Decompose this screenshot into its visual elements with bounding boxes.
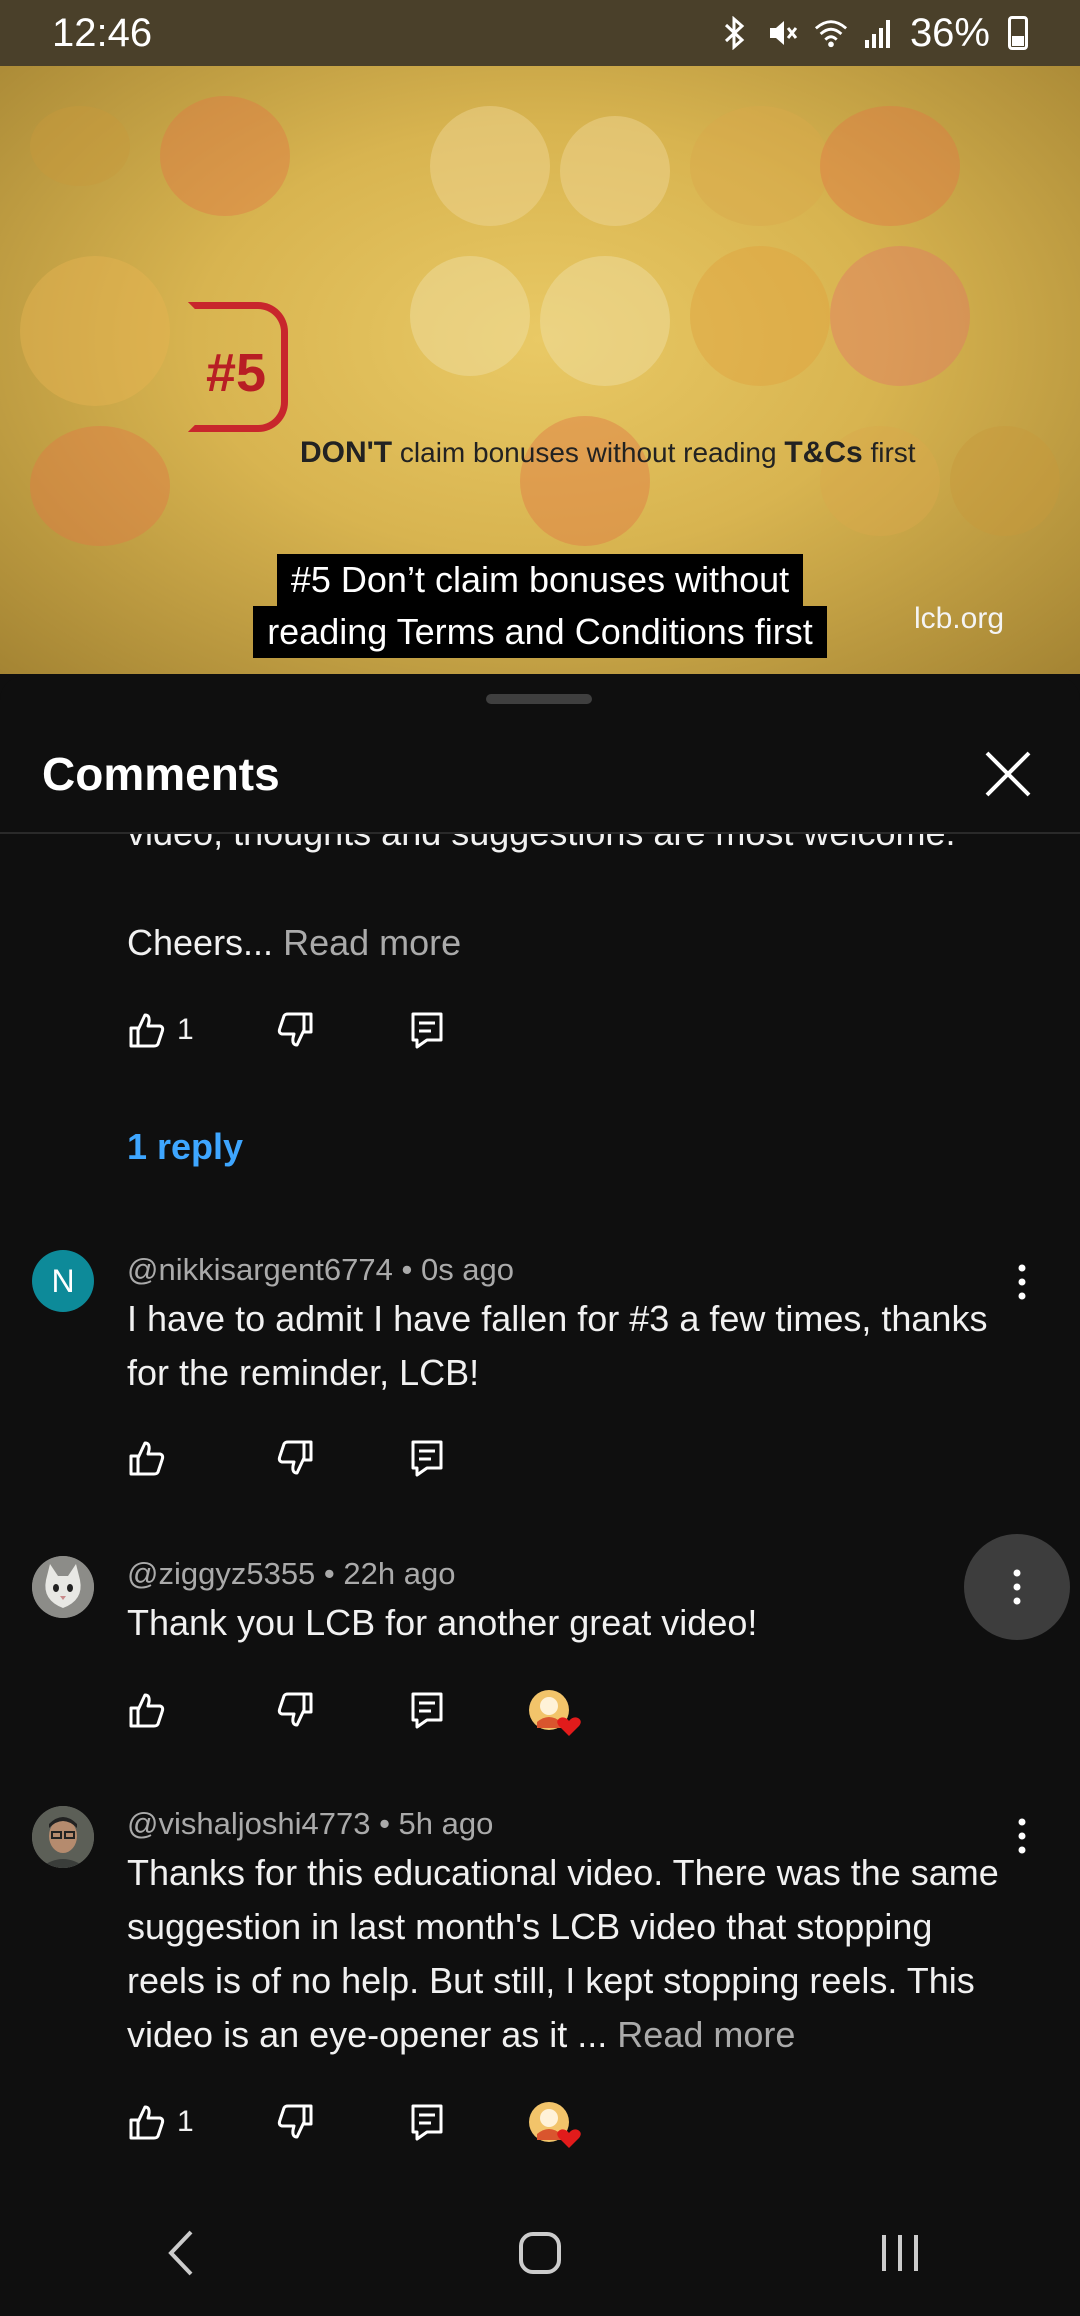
caption-line-2: reading Terms and Conditions first — [253, 606, 827, 658]
read-more-link[interactable]: Read more — [617, 2014, 795, 2055]
comment-text: Thanks for this educational video. There… — [127, 1846, 1007, 2062]
thumbs-down-icon — [277, 1692, 313, 1727]
comment-text: I have to admit I have fallen for #3 a f… — [127, 1298, 988, 1393]
avatar-letter: N — [51, 1262, 75, 1299]
wifi-icon — [814, 16, 848, 50]
comments-sheet: Comments video, thoughts and suggestions… — [0, 676, 1080, 2316]
comment-author[interactable]: @ziggyz5355 — [127, 1556, 315, 1591]
creator-heart-icon — [529, 1690, 581, 1736]
video-headline: DON'T claim bonuses without reading T&Cs… — [300, 436, 916, 470]
reply-button[interactable] — [407, 1680, 527, 1740]
reply-button[interactable] — [407, 1428, 527, 1488]
dislike-button[interactable] — [275, 1680, 407, 1740]
comment-time: 0s ago — [420, 1252, 515, 1287]
dislike-button[interactable] — [275, 1000, 407, 1060]
like-count: 1 — [177, 2105, 194, 2138]
comment-body: Thanks for this educational video. There… — [127, 1852, 999, 2055]
comment-text: Thank you LCB for another great video! — [127, 1602, 758, 1643]
number-badge: #5 — [206, 343, 267, 403]
comment-actions — [127, 1428, 527, 1488]
reply-icon — [411, 2104, 443, 2141]
video-watermark: lcb.org — [913, 602, 1004, 635]
comments-header: Comments — [0, 716, 1080, 834]
avatar[interactable] — [32, 1556, 94, 1618]
more-vertical-icon — [1013, 1569, 1021, 1605]
headline-tc: T&Cs — [784, 436, 863, 469]
thumbs-down-icon — [277, 1440, 313, 1475]
view-replies-link[interactable]: 1 reply — [127, 1126, 243, 1168]
home-icon — [519, 2232, 561, 2274]
reply-button[interactable] — [407, 1000, 527, 1060]
read-more-link[interactable]: Read more — [283, 922, 461, 963]
more-vertical-icon — [1018, 1818, 1026, 1854]
like-button[interactable] — [127, 1680, 275, 1740]
creator-heart-badge — [527, 2100, 581, 2148]
headline-rest: claim bonuses without reading — [399, 437, 777, 468]
status-time: 12:46 — [52, 10, 153, 55]
system-navigation-bar — [0, 2190, 1080, 2316]
comment-time: 22h ago — [343, 1556, 456, 1591]
comment-meta: @nikkisargent6774 • 0s ago — [127, 1252, 515, 1287]
recents-button[interactable] — [850, 2213, 950, 2293]
mute-icon — [766, 16, 800, 50]
cat-avatar-icon — [32, 1556, 94, 1618]
comment-meta: @ziggyz5355 • 22h ago — [127, 1556, 456, 1591]
close-button[interactable] — [978, 744, 1038, 804]
truncated-cheers: Cheers... — [127, 922, 274, 963]
reply-icon — [411, 1012, 443, 1049]
reply-button[interactable] — [407, 2092, 527, 2152]
creator-heart-icon — [529, 2102, 581, 2148]
back-icon — [168, 2230, 193, 2276]
home-button[interactable] — [490, 2213, 590, 2293]
signal-icon — [862, 16, 896, 50]
like-button[interactable]: 1 — [127, 1000, 275, 1060]
comment-author[interactable]: @vishaljoshi4773 — [127, 1806, 370, 1841]
thumbs-up-icon — [129, 2105, 165, 2140]
avatar[interactable] — [32, 1806, 94, 1868]
headline-end: first — [870, 437, 916, 468]
thumbs-down-icon — [277, 1012, 313, 1047]
back-button[interactable] — [130, 2213, 230, 2293]
comment-more-button[interactable] — [1004, 1252, 1040, 1312]
recents-icon — [882, 2235, 918, 2271]
avatar[interactable]: N — [32, 1250, 94, 1312]
comment-actions — [127, 1680, 581, 1740]
comment-meta: @vishaljoshi4773 • 5h ago — [127, 1806, 494, 1841]
more-vertical-icon — [1018, 1264, 1026, 1300]
dislike-button[interactable] — [275, 2092, 407, 2152]
reply-icon — [411, 1692, 443, 1729]
thumbs-down-icon — [277, 2104, 313, 2139]
comment-actions: 1 — [127, 2092, 581, 2152]
reply-icon — [411, 1440, 443, 1477]
comment-time: 5h ago — [398, 1806, 494, 1841]
creator-heart-badge — [527, 1688, 581, 1736]
battery-icon — [1008, 16, 1028, 50]
like-count: 1 — [177, 1013, 194, 1046]
truncated-comment-end: Cheers... Read more — [127, 922, 461, 964]
comment-author[interactable]: @nikkisargent6774 — [127, 1252, 393, 1287]
thumbs-up-icon — [129, 1441, 165, 1476]
comment-actions: 1 — [127, 1000, 527, 1060]
video-player[interactable]: #5 DON'T claim bonuses without reading T… — [0, 66, 1080, 674]
drag-handle[interactable] — [486, 694, 592, 704]
like-button[interactable] — [127, 1428, 275, 1488]
caption-line-1: #5 Don’t claim bonuses without — [276, 554, 804, 606]
battery-percent: 36% — [909, 10, 990, 55]
close-icon — [985, 751, 1031, 797]
bluetooth-icon — [718, 16, 752, 50]
comments-title: Comments — [42, 748, 280, 800]
like-button[interactable]: 1 — [127, 2092, 275, 2152]
headline-strong: DON'T — [300, 436, 393, 469]
comment-more-button[interactable] — [1004, 1806, 1040, 1866]
status-icons: 36% — [718, 11, 1028, 56]
thumbs-up-icon — [129, 1013, 165, 1048]
thumbs-up-icon — [129, 1693, 165, 1728]
dislike-button[interactable] — [275, 1428, 407, 1488]
person-avatar-icon — [32, 1806, 94, 1868]
status-bar: 12:46 36% — [0, 0, 1080, 66]
